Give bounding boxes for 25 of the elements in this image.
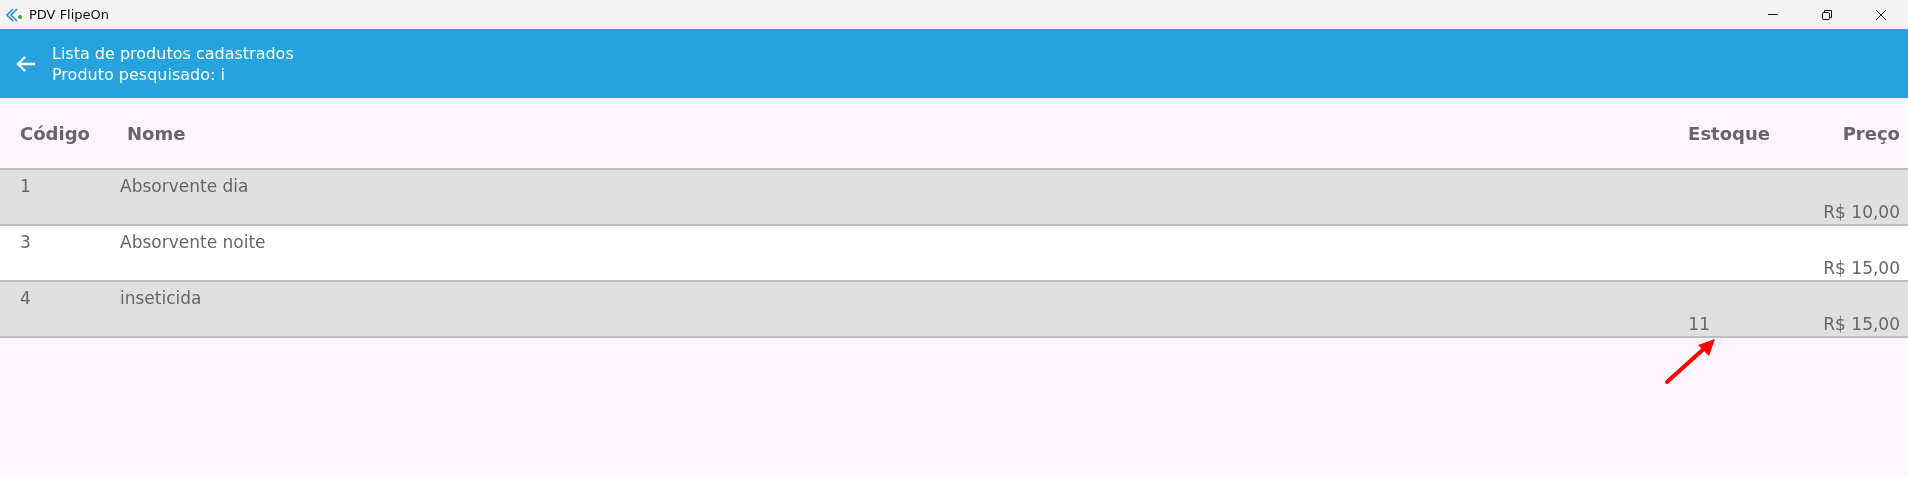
product-price: R$ 10,00 (1823, 202, 1900, 224)
table-row[interactable]: 4 inseticida 11 R$ 15,00 (0, 280, 1908, 338)
app-logo-icon (6, 7, 23, 22)
product-name: inseticida (120, 287, 202, 310)
close-icon (1875, 8, 1887, 21)
header-subtitle: Produto pesquisado: i (52, 64, 226, 84)
column-header: Código (19, 122, 91, 144)
column-header: Nome (126, 122, 187, 144)
annotation-arrow (1665, 339, 1715, 384)
stock-quantity: 11 (1688, 314, 1710, 336)
product-code: 1 (19, 175, 31, 198)
table-row[interactable]: 1 Absorvente dia R$ 10,00 (0, 168, 1908, 224)
header-title: Lista de produtos cadastrados (52, 43, 294, 63)
column-header: Estoque (1688, 122, 1770, 144)
back-arrow-icon (16, 54, 36, 73)
window-title: PDV FlipeOn (29, 7, 110, 22)
product-code: 3 (19, 231, 31, 254)
minimize-icon (1768, 14, 1778, 15)
product-price: R$ 15,00 (1823, 258, 1900, 280)
column-header: Preço (1842, 122, 1900, 144)
product-code: 4 (19, 287, 31, 310)
product-name: Absorvente dia (120, 175, 249, 198)
product-price: R$ 15,00 (1823, 314, 1900, 336)
restore-icon (1821, 8, 1833, 21)
product-name: Absorvente noite (120, 231, 266, 254)
